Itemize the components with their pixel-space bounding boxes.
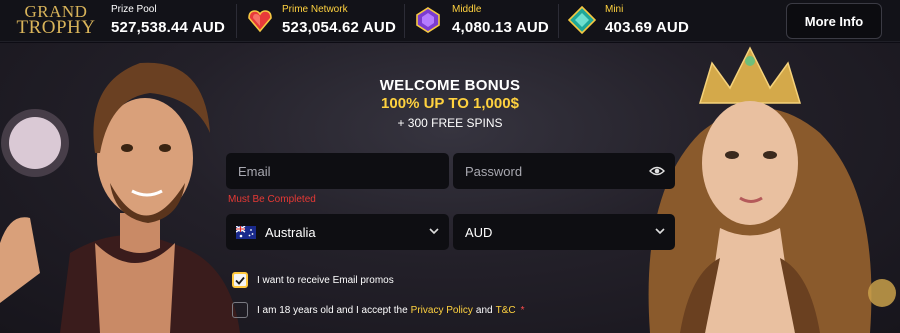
- jackpot-value: 523,054.62 AUD: [282, 19, 396, 36]
- age-terms-checkbox[interactable]: [232, 302, 248, 318]
- purple-gem-icon: [416, 7, 440, 33]
- password-input[interactable]: [453, 153, 675, 189]
- bonus-title: WELCOME BONUS: [379, 77, 521, 94]
- jackpot-value: 4,080.13 AUD: [452, 19, 549, 36]
- logo-line-2: TROPHY: [16, 17, 96, 38]
- eye-icon[interactable]: [649, 164, 665, 178]
- jackpot-label: Middle: [452, 4, 482, 15]
- checkmark-icon: [235, 276, 245, 285]
- required-marker: *: [520, 304, 525, 316]
- email-error-message: Must Be Completed: [228, 194, 316, 205]
- age-terms-consent-row: I am 18 years old and I accept the Priva…: [232, 302, 525, 318]
- chevron-down-icon: [655, 228, 665, 235]
- email-input[interactable]: [226, 153, 449, 189]
- red-heart-gem-icon: [248, 10, 272, 33]
- divider: [236, 4, 237, 38]
- teal-gem-icon: [568, 6, 596, 34]
- bonus-amount: 100% UP TO 1,000$: [381, 95, 519, 112]
- more-info-button[interactable]: More Info: [786, 3, 882, 39]
- hero-banner: WELCOME BONUS 100% UP TO 1,000$ + 300 FR…: [0, 43, 900, 333]
- jackpot-label: Mini: [605, 4, 624, 15]
- email-field: [226, 153, 449, 189]
- terms-and-word: and: [475, 304, 493, 316]
- currency-select[interactable]: AUD: [453, 214, 675, 250]
- email-promo-checkbox[interactable]: [232, 272, 248, 288]
- grand-trophy-logo[interactable]: GRAND TROPHY: [16, 3, 96, 38]
- terms-conditions-link[interactable]: T&C: [496, 305, 516, 316]
- country-value: Australia: [265, 224, 316, 240]
- chevron-down-icon: [429, 228, 439, 235]
- currency-value: AUD: [465, 224, 493, 240]
- jackpot-value: 403.69 AUD: [605, 19, 689, 36]
- email-promo-label: I want to receive Email promos: [257, 274, 394, 286]
- jackpot-label: Prime Network: [282, 4, 348, 15]
- divider: [404, 4, 405, 38]
- jackpot-value: 527,538.44 AUD: [111, 19, 225, 36]
- password-field: [453, 153, 675, 189]
- jackpot-bar: GRAND TROPHY Prize Pool 527,538.44 AUD P…: [0, 0, 900, 42]
- email-promo-consent-row: I want to receive Email promos: [232, 272, 394, 288]
- terms-prefix: I am 18 years old and I accept the: [257, 304, 408, 316]
- privacy-policy-link[interactable]: Privacy Policy: [411, 305, 473, 316]
- divider: [558, 4, 559, 38]
- country-select[interactable]: Australia: [226, 214, 449, 250]
- australia-flag-icon: [236, 225, 256, 239]
- bonus-free-spins: + 300 FREE SPINS: [397, 116, 503, 130]
- jackpot-label: Prize Pool: [111, 4, 157, 15]
